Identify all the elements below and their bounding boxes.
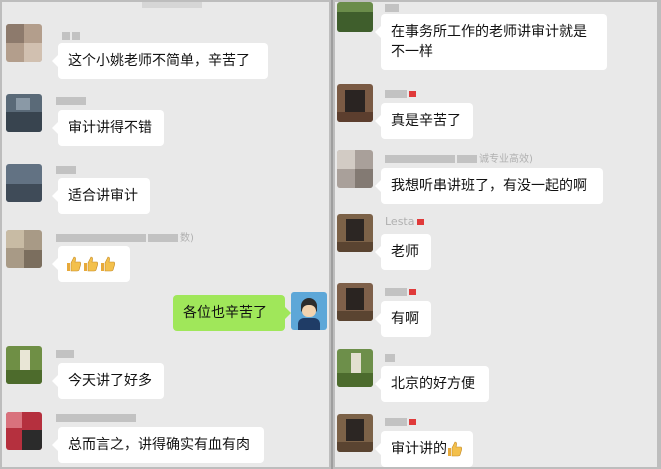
sender-name — [385, 352, 397, 364]
avatar[interactable] — [6, 230, 42, 268]
sender-name: 数) — [56, 232, 194, 244]
sender-name: Lesta — [385, 216, 427, 228]
message-bubble[interactable]: 真是辛苦了 — [375, 103, 473, 139]
thumbs-up-icon — [448, 441, 462, 457]
sender-name-suffix: 数) — [180, 233, 194, 244]
message-bubble[interactable]: 在事务所工作的老师讲审计就是不一样 — [375, 14, 607, 70]
self-avatar[interactable] — [291, 292, 327, 330]
panel-divider — [331, 0, 333, 469]
chat-panel-right[interactable]: 在事务所工作的老师讲审计就是不一样 真是辛苦了 诚专业高效) 我想听串讲班了，有… — [335, 2, 657, 467]
message-bubble[interactable]: 北京的好方便 — [375, 366, 489, 402]
avatar[interactable] — [6, 24, 42, 62]
sender-name — [62, 30, 82, 42]
avatar[interactable] — [337, 150, 373, 188]
avatar[interactable] — [337, 214, 373, 252]
screenshot-frame: 这个小姚老师不简单，辛苦了 审计讲得不错 适合讲审计 数) 各位也辛苦了 今天讲… — [0, 0, 661, 469]
message-bubble[interactable]: 今天讲了好多 — [52, 363, 164, 399]
thumbs-up-icon — [67, 256, 81, 272]
avatar[interactable] — [337, 414, 373, 452]
message-bubble[interactable]: 有啊 — [375, 301, 431, 337]
avatar[interactable] — [337, 2, 373, 32]
sender-name-text: Lesta — [385, 215, 415, 228]
message-text: 审计讲的 — [391, 441, 447, 457]
message-bubble[interactable]: 总而言之，讲得确实有血有肉 — [52, 427, 264, 463]
sender-name — [56, 412, 138, 424]
message-bubble[interactable]: 我想听串讲班了，有没一起的啊 — [375, 168, 603, 204]
thumbs-up-icon — [84, 256, 98, 272]
message-bubble-self[interactable]: 各位也辛苦了 — [173, 295, 291, 331]
avatar[interactable] — [337, 84, 373, 122]
avatar[interactable] — [337, 283, 373, 321]
avatar[interactable] — [6, 346, 42, 384]
avatar[interactable] — [6, 94, 42, 132]
avatar[interactable] — [6, 164, 42, 202]
thumbs-up-icon — [101, 256, 115, 272]
sender-name — [385, 416, 419, 428]
sender-name — [385, 286, 419, 298]
timestamp-bar — [142, 2, 202, 8]
sender-name — [385, 2, 401, 14]
sender-name-suffix: 诚专业高效) — [479, 154, 533, 165]
message-bubble[interactable]: 这个小姚老师不简单，辛苦了 — [52, 43, 268, 79]
message-bubble[interactable]: 审计讲得不错 — [52, 110, 164, 146]
message-bubble[interactable]: 老师 — [375, 234, 431, 270]
sender-name — [56, 95, 88, 107]
message-bubble[interactable]: 审计讲的 — [375, 431, 473, 467]
sender-name: 诚专业高效) — [385, 153, 533, 165]
message-bubble[interactable] — [52, 246, 130, 282]
sender-name — [56, 348, 76, 360]
avatar[interactable] — [337, 349, 373, 387]
chat-panel-left[interactable]: 这个小姚老师不简单，辛苦了 审计讲得不错 适合讲审计 数) 各位也辛苦了 今天讲… — [2, 2, 329, 467]
message-bubble[interactable]: 适合讲审计 — [52, 178, 150, 214]
sender-name — [56, 164, 78, 176]
avatar[interactable] — [6, 412, 42, 450]
sender-name — [385, 88, 419, 100]
